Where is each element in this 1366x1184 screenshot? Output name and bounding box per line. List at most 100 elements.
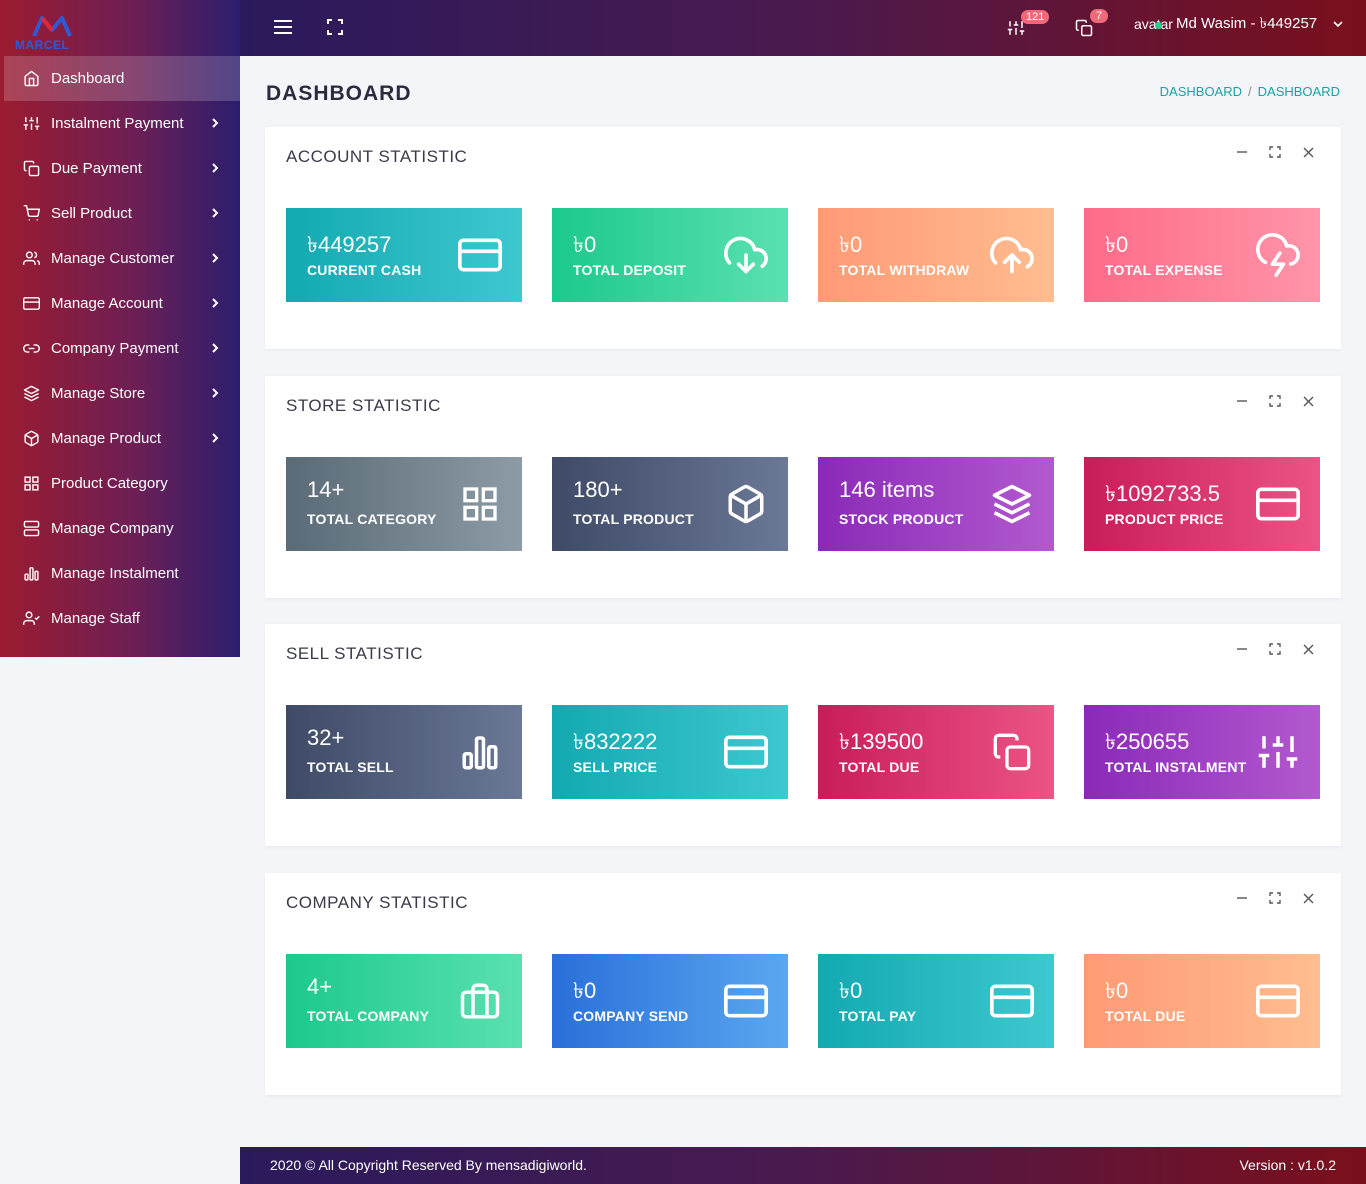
stat-value: ৳0 (573, 978, 597, 1003)
link-icon (22, 340, 40, 358)
chevron-down-icon[interactable] (1332, 16, 1344, 34)
stat-label: TOTAL PAY (839, 1008, 917, 1024)
bar-chart-icon (458, 730, 502, 774)
sidebar-item-label: Manage Store (51, 385, 146, 402)
sidebar-item-manage-account[interactable]: Manage Account (0, 281, 240, 326)
stat-value: ৳0 (839, 978, 863, 1003)
sidebar-item-label: Dashboard (51, 70, 125, 87)
minimize-icon[interactable] (1235, 394, 1249, 408)
page-title: DASHBOARD (266, 82, 412, 105)
sidebar-item-label: Instalment Payment (51, 115, 184, 132)
stat-card-sell-price[interactable]: ৳832222 SELL PRICE (552, 705, 788, 799)
sidebar-item-sell-product[interactable]: Sell Product (0, 191, 240, 236)
cart-icon (22, 205, 40, 223)
sidebar-item-manage-product[interactable]: Manage Product (0, 416, 240, 461)
cloud-lightning-icon (1256, 233, 1300, 277)
expand-icon[interactable] (1268, 145, 1282, 159)
sidebar-item-product-category[interactable]: Product Category (0, 461, 240, 506)
stat-label: STOCK PRODUCT (839, 511, 964, 527)
stat-value: 180+ (573, 477, 623, 502)
store-statistic-panel: STORE STATISTIC 14+ TOTAL CATEGORY 180+ … (265, 376, 1341, 598)
stat-card-company-send[interactable]: ৳0 COMPANY SEND (552, 954, 788, 1048)
expand-icon[interactable] (1268, 642, 1282, 656)
stat-card-total-withdraw[interactable]: ৳0 TOTAL WITHDRAW (818, 208, 1054, 302)
due-notification-icon[interactable] (1075, 19, 1093, 42)
chevron-right-icon (210, 296, 220, 313)
minimize-icon[interactable] (1235, 145, 1249, 159)
stat-value: ৳449257 (307, 232, 392, 257)
layers-icon (22, 385, 40, 403)
stat-label: TOTAL INSTALMENT (1105, 759, 1247, 775)
briefcase-icon (458, 979, 502, 1023)
stat-card-total-due[interactable]: ৳139500 TOTAL DUE (818, 705, 1054, 799)
sidebar-item-due-payment[interactable]: Due Payment (0, 146, 240, 191)
sidebar-item-dashboard[interactable]: Dashboard (4, 56, 240, 101)
sidebar-item-label: Manage Customer (51, 250, 175, 267)
stat-card-current-cash[interactable]: ৳449257 CURRENT CASH (286, 208, 522, 302)
layers-icon (990, 482, 1034, 526)
expand-icon[interactable] (1268, 394, 1282, 408)
sidebar-item-manage-customer[interactable]: Manage Customer (0, 236, 240, 281)
fullscreen-icon[interactable] (327, 19, 343, 40)
stat-value: 4+ (307, 974, 333, 999)
chevron-right-icon (210, 161, 220, 178)
stat-value: ৳0 (1105, 978, 1129, 1003)
minimize-icon[interactable] (1235, 642, 1249, 656)
sidebar-item-manage-staff[interactable]: Manage Staff (0, 596, 240, 641)
close-icon[interactable] (1301, 145, 1315, 159)
stat-value: ৳1092733.5 (1105, 481, 1220, 506)
panel-tools (1235, 642, 1315, 656)
users-icon (22, 250, 40, 268)
sidebar-item-label: Company Payment (51, 340, 179, 357)
close-icon[interactable] (1301, 394, 1315, 408)
stat-label: PRODUCT PRICE (1105, 511, 1224, 527)
avatar[interactable]: avatar (1134, 16, 1173, 32)
sidebar-item-manage-store[interactable]: Manage Store (0, 371, 240, 416)
stat-label: TOTAL SELL (307, 759, 394, 775)
minimize-icon[interactable] (1235, 891, 1249, 905)
stat-card-total-product[interactable]: 180+ TOTAL PRODUCT (552, 457, 788, 551)
stat-card-stock-product[interactable]: 146 items STOCK PRODUCT (818, 457, 1054, 551)
user-menu-label[interactable]: Md Wasim - ৳449257 (1176, 12, 1317, 37)
stat-card-product-price[interactable]: ৳1092733.5 PRODUCT PRICE (1084, 457, 1320, 551)
stat-card-total-category[interactable]: 14+ TOTAL CATEGORY (286, 457, 522, 551)
breadcrumb-item[interactable]: DASHBOARD (1160, 84, 1242, 99)
sidebar-item-instalment-payment[interactable]: Instalment Payment (0, 101, 240, 146)
close-icon[interactable] (1301, 891, 1315, 905)
home-icon (22, 70, 40, 88)
box-icon (724, 482, 768, 526)
grid-icon (458, 482, 502, 526)
stat-card-total-expense[interactable]: ৳0 TOTAL EXPENSE (1084, 208, 1320, 302)
sliders-icon (22, 115, 40, 133)
sidebar-item-company-payment[interactable]: Company Payment (0, 326, 240, 371)
stat-card-total-sell[interactable]: 32+ TOTAL SELL (286, 705, 522, 799)
chevron-right-icon (210, 341, 220, 358)
stat-value: ৳0 (573, 232, 597, 257)
menu-toggle-icon[interactable] (273, 18, 293, 41)
stat-card-total-pay[interactable]: ৳0 TOTAL PAY (818, 954, 1054, 1048)
close-icon[interactable] (1301, 642, 1315, 656)
chevron-right-icon (210, 251, 220, 268)
stat-card-total-instalment[interactable]: ৳250655 TOTAL INSTALMENT (1084, 705, 1320, 799)
instalment-notification-icon[interactable] (1007, 19, 1025, 42)
sidebar-item-label: Manage Instalment (51, 565, 179, 582)
download-cloud-icon (724, 233, 768, 277)
stat-value: 146 items (839, 477, 935, 502)
credit-card-icon (1256, 979, 1300, 1023)
sidebar-item-manage-company[interactable]: Manage Company (0, 506, 240, 551)
stat-card-company-total-due[interactable]: ৳0 TOTAL DUE (1084, 954, 1320, 1048)
stat-card-total-deposit[interactable]: ৳0 TOTAL DEPOSIT (552, 208, 788, 302)
chevron-right-icon (210, 206, 220, 223)
due-count-badge: 7 (1090, 9, 1108, 23)
sidebar-item-manage-instalment[interactable]: Manage Instalment (0, 551, 240, 596)
sidebar-nav: Dashboard Instalment Payment Due Payment… (0, 56, 240, 641)
stat-card-total-company[interactable]: 4+ TOTAL COMPANY (286, 954, 522, 1048)
sliders-icon (1256, 730, 1300, 774)
expand-icon[interactable] (1268, 891, 1282, 905)
panel-title: COMPANY STATISTIC (286, 893, 468, 912)
brand-logo[interactable]: MARCEL (0, 0, 240, 56)
stat-label: TOTAL DEPOSIT (573, 262, 687, 278)
panel-title: ACCOUNT STATISTIC (286, 147, 468, 166)
grid-icon (22, 475, 40, 493)
chevron-right-icon (210, 431, 220, 448)
